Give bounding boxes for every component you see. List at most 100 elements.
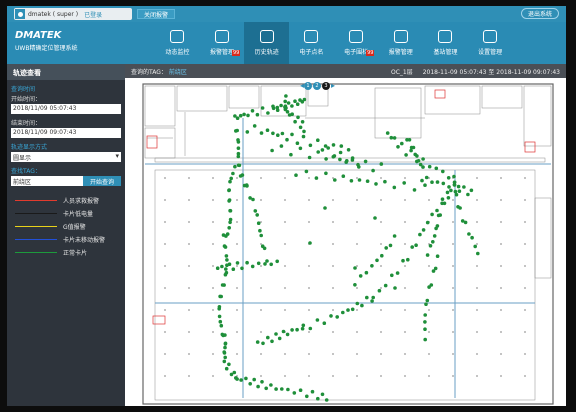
- end-time-input[interactable]: 2018/11/09 09:07:43: [11, 128, 121, 138]
- nav-label: 动态监控: [165, 49, 190, 56]
- track-point: [363, 159, 368, 164]
- sidebar: 轨迹查看 查询时间 开始时间： 2018/11/09 05:07:43 结束时间…: [7, 64, 125, 406]
- track-point: [452, 180, 457, 185]
- exit-system-button[interactable]: 退出系统: [520, 8, 559, 19]
- track-point: [224, 254, 229, 258]
- track-point: [476, 251, 480, 256]
- grid-marker: [164, 177, 166, 179]
- grid-marker: [188, 375, 190, 377]
- track-point: [265, 128, 270, 132]
- legend-item: 卡片未移动报警: [7, 233, 125, 246]
- track-point: [380, 253, 384, 258]
- nav-item-3[interactable]: 电子点名: [289, 22, 334, 64]
- nav-item-7[interactable]: 设置管理: [468, 22, 513, 64]
- playback-button-3[interactable]: 3: [322, 81, 331, 90]
- track-point: [290, 132, 294, 137]
- legend-label: 卡片低电量: [63, 211, 94, 218]
- nav-item-5[interactable]: 报警管理: [378, 22, 423, 64]
- display-mode-select[interactable]: 圆显示: [11, 152, 121, 162]
- legend-line-icon: [15, 225, 57, 228]
- map-header: 查询的TAG： 前绕区 OC_1层 2018-11-09 05:07:43 至 …: [125, 64, 566, 78]
- playback-button-2[interactable]: 2: [313, 81, 322, 90]
- track-point: [447, 185, 451, 189]
- nav-item-0[interactable]: 动态监控: [155, 22, 200, 64]
- track-point: [255, 112, 260, 117]
- next-icon[interactable]: ▸: [331, 81, 335, 90]
- logged-in-link[interactable]: 已登录: [84, 10, 102, 19]
- grid-marker: [308, 265, 310, 267]
- track-point: [410, 245, 415, 249]
- grid-marker: [476, 375, 478, 377]
- grid-marker: [452, 331, 454, 333]
- grid-marker: [380, 309, 382, 311]
- grid-marker: [404, 309, 406, 311]
- grid-marker: [380, 199, 382, 201]
- grid-marker: [284, 309, 286, 311]
- track-point: [431, 240, 435, 244]
- grid-marker: [524, 221, 526, 223]
- start-time-label: 开始时间：: [11, 96, 42, 103]
- track-point: [239, 378, 243, 382]
- track-point: [365, 295, 369, 300]
- track-point: [413, 152, 418, 157]
- track-point: [466, 192, 470, 197]
- user-icon: [15, 9, 25, 19]
- track-point: [425, 220, 430, 225]
- track-point: [281, 329, 286, 334]
- tag-input[interactable]: 前绕区: [11, 176, 83, 186]
- track-point: [280, 131, 285, 136]
- grid-marker: [500, 353, 502, 355]
- start-query-button[interactable]: 开始查询: [83, 176, 121, 186]
- nav-item-6[interactable]: 基站管理: [423, 22, 468, 64]
- grid-marker: [380, 177, 382, 179]
- nav-item-2[interactable]: 历史轨迹: [244, 22, 290, 64]
- track-point: [364, 270, 369, 275]
- start-time-input[interactable]: 2018/11/09 05:07:43: [11, 104, 121, 114]
- track-point: [316, 396, 320, 401]
- track-point: [293, 119, 297, 124]
- map-name: OC_1层: [391, 68, 413, 76]
- floor-map[interactable]: [125, 78, 566, 406]
- grid-marker: [188, 243, 190, 245]
- grid-marker: [500, 177, 502, 179]
- track-point: [421, 228, 426, 232]
- close-alarm-button[interactable]: 关闭报警: [137, 9, 176, 19]
- grid-marker: [356, 199, 358, 201]
- track-point: [255, 213, 259, 217]
- track-point: [469, 188, 474, 193]
- grid-marker: [500, 331, 502, 333]
- track-point: [225, 258, 229, 262]
- track-point: [395, 271, 400, 275]
- grid-marker: [332, 287, 334, 289]
- track-point: [251, 197, 255, 202]
- grid-marker: [284, 199, 286, 201]
- grid-marker: [500, 199, 502, 201]
- grid-marker: [260, 287, 262, 289]
- track-point: [228, 179, 232, 184]
- playback-button-1[interactable]: 1: [304, 81, 313, 90]
- legend-label: G值报警: [63, 224, 86, 231]
- track-point: [236, 140, 241, 144]
- track-point: [339, 144, 344, 148]
- grid-marker: [404, 199, 406, 201]
- track-point: [252, 124, 257, 128]
- track-point: [440, 201, 444, 206]
- user-menu[interactable]: dmatek ( super ) 已登录: [14, 8, 132, 20]
- grid-marker: [476, 221, 478, 223]
- grid-marker: [284, 177, 286, 179]
- track-point: [284, 94, 288, 98]
- track-point: [275, 259, 279, 264]
- grid-marker: [404, 221, 406, 223]
- track-point: [256, 261, 261, 266]
- query-time-label: 查询时间: [11, 86, 36, 93]
- track-point: [463, 220, 468, 225]
- grid-marker: [452, 309, 454, 311]
- nav-item-1[interactable]: 报警管理 99: [200, 22, 245, 64]
- track-point: [232, 370, 237, 375]
- grid-marker: [380, 353, 382, 355]
- nav-item-4[interactable]: 电子围栏 99: [334, 22, 379, 64]
- track-point: [220, 283, 225, 287]
- grid-marker: [476, 331, 478, 333]
- grid-marker: [164, 265, 166, 267]
- track-point: [270, 148, 274, 153]
